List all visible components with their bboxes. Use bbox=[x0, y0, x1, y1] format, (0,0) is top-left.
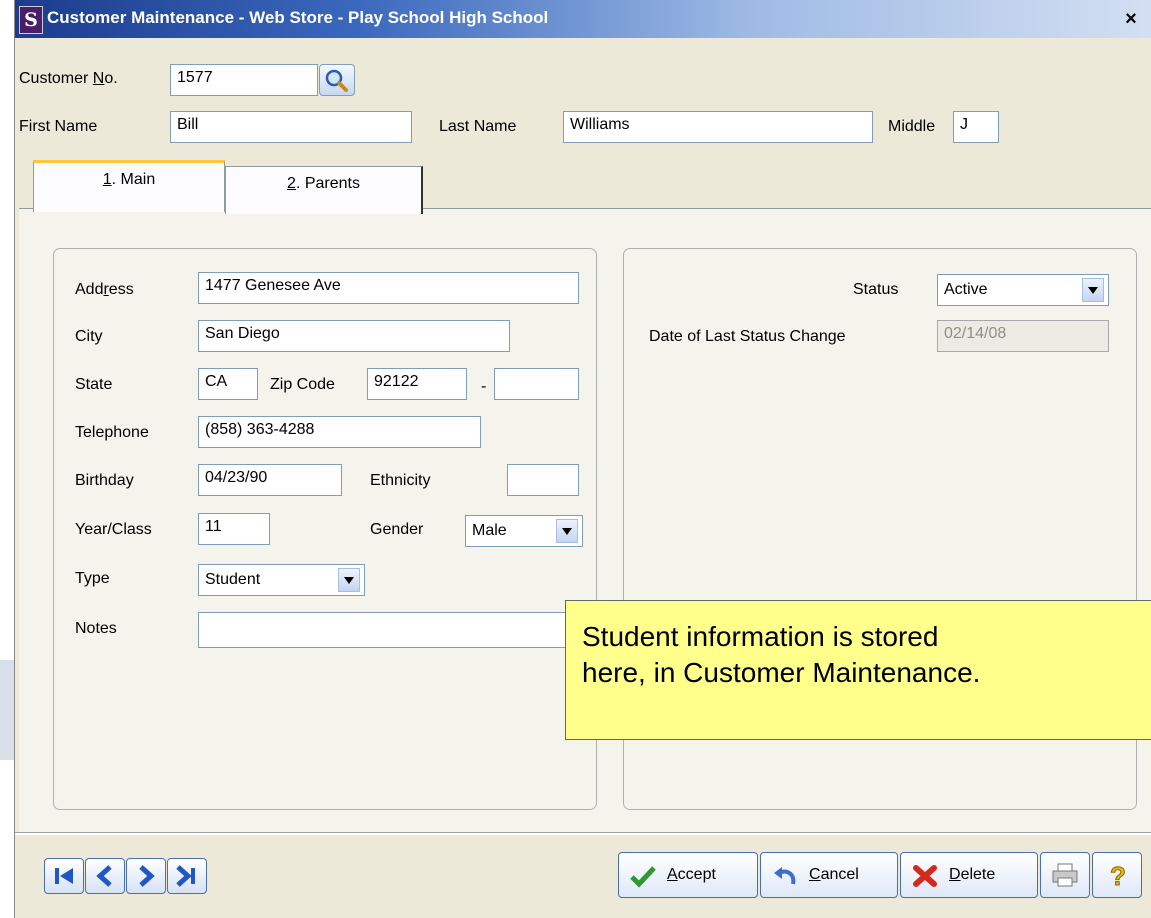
callout-line-2: here, in Customer Maintenance. bbox=[582, 657, 981, 688]
app-icon: S bbox=[19, 6, 43, 34]
customer-no-label-underline: N bbox=[92, 70, 105, 87]
title-bar[interactable]: S Customer Maintenance - Web Store - Pla… bbox=[15, 0, 1151, 38]
telephone-label: Telephone bbox=[75, 424, 149, 441]
magnifier-icon bbox=[325, 69, 348, 92]
callout-line-1: Student information is stored bbox=[582, 621, 939, 652]
delete-label-underline: D bbox=[949, 866, 961, 883]
undo-icon bbox=[774, 867, 796, 885]
first-name-field[interactable]: Bill bbox=[170, 111, 412, 143]
first-record-button[interactable] bbox=[44, 858, 84, 894]
accept-button[interactable]: Accept bbox=[618, 852, 758, 898]
city-label: City bbox=[75, 328, 103, 345]
annotation-callout: Student information is stored here, in C… bbox=[565, 600, 1151, 740]
window-title: Customer Maintenance - Web Store - Play … bbox=[47, 8, 549, 27]
checkmark-icon bbox=[630, 866, 656, 888]
middle-field[interactable]: J bbox=[953, 111, 999, 143]
next-record-icon bbox=[139, 865, 155, 887]
last-name-label: Last Name bbox=[439, 118, 517, 135]
last-name-field[interactable]: Williams bbox=[563, 111, 873, 143]
cancel-button[interactable]: Cancel bbox=[760, 852, 898, 898]
zip-code-label: Zip Code bbox=[270, 376, 335, 393]
bottom-separator bbox=[15, 832, 1151, 835]
zip-extension-field[interactable] bbox=[494, 368, 579, 400]
birthday-field[interactable]: 04/23/90 bbox=[198, 464, 342, 496]
notes-label: Notes bbox=[75, 620, 117, 637]
help-question-icon: ? bbox=[1110, 861, 1127, 891]
state-field[interactable]: CA bbox=[198, 368, 258, 400]
cancel-label: Cancel bbox=[809, 853, 859, 897]
middle-label: Middle bbox=[888, 118, 936, 135]
zip-code-field[interactable]: 92122 bbox=[367, 368, 467, 400]
customer-no-label: Customer No. bbox=[19, 70, 118, 88]
tab-parents-number: 2 bbox=[287, 175, 296, 192]
gender-select[interactable]: Male bbox=[465, 515, 583, 547]
state-label: State bbox=[75, 376, 113, 393]
previous-record-button[interactable] bbox=[85, 858, 125, 894]
telephone-field[interactable]: (858) 363-4288 bbox=[198, 416, 481, 448]
print-button[interactable] bbox=[1040, 852, 1090, 898]
delete-button[interactable]: Delete bbox=[900, 852, 1038, 898]
date-last-status-change-label: Date of Last Status Change bbox=[649, 328, 846, 345]
status-dropdown-icon[interactable] bbox=[1082, 278, 1104, 302]
type-dropdown-icon[interactable] bbox=[338, 568, 360, 592]
year-class-label: Year/Class bbox=[75, 521, 152, 538]
cancel-label-underline: C bbox=[809, 866, 821, 883]
previous-record-icon bbox=[96, 865, 112, 887]
year-class-field[interactable]: 11 bbox=[198, 513, 270, 545]
tab-main[interactable]: 1. Main bbox=[33, 160, 225, 212]
date-last-status-change-field: 02/14/08 bbox=[937, 320, 1109, 352]
printer-icon bbox=[1052, 863, 1078, 887]
first-name-label: First Name bbox=[19, 118, 98, 135]
tab-parents[interactable]: 2. Parents bbox=[225, 166, 423, 214]
ethnicity-field[interactable] bbox=[507, 464, 579, 496]
customer-maintenance-window: S Customer Maintenance - Web Store - Pla… bbox=[14, 0, 1151, 918]
tab-main-label: . Main bbox=[111, 171, 156, 188]
status-value: Active bbox=[944, 281, 988, 298]
cancel-label-rest: ancel bbox=[820, 866, 859, 883]
accept-label: Accept bbox=[667, 853, 716, 897]
next-record-button[interactable] bbox=[126, 858, 166, 894]
delete-label-rest: elete bbox=[960, 866, 996, 883]
gender-value: Male bbox=[472, 522, 507, 539]
type-value: Student bbox=[205, 571, 261, 588]
address-label-pre: Add bbox=[75, 281, 104, 298]
address-label: Address bbox=[75, 281, 134, 299]
tab-parents-caption: 2. Parents bbox=[226, 167, 421, 193]
last-record-icon bbox=[176, 865, 195, 887]
background-shade bbox=[0, 660, 14, 760]
delete-label: Delete bbox=[949, 853, 995, 897]
address-field[interactable]: 1477 Genesee Ave bbox=[198, 272, 579, 304]
gender-label: Gender bbox=[370, 521, 424, 538]
notes-field[interactable] bbox=[198, 612, 579, 648]
customer-lookup-button[interactable] bbox=[319, 64, 355, 96]
customer-no-field[interactable]: 1577 bbox=[170, 64, 318, 96]
first-record-icon bbox=[55, 868, 73, 884]
accept-label-rest: ccept bbox=[677, 866, 716, 883]
accept-label-underline: A bbox=[667, 866, 678, 883]
gender-dropdown-icon[interactable] bbox=[556, 519, 578, 543]
birthday-label: Birthday bbox=[75, 472, 134, 489]
background-strip bbox=[0, 0, 14, 918]
status-label: Status bbox=[853, 281, 899, 298]
address-label-post: ess bbox=[108, 281, 134, 298]
tab-parents-label: . Parents bbox=[295, 175, 360, 192]
tab-main-number: 1 bbox=[102, 171, 112, 188]
help-button[interactable]: ? bbox=[1092, 852, 1142, 898]
city-field[interactable]: San Diego bbox=[198, 320, 510, 352]
last-record-button[interactable] bbox=[167, 858, 207, 894]
tab-main-caption: 1. Main bbox=[34, 163, 224, 189]
customer-no-label-pre: Customer bbox=[19, 70, 93, 87]
close-icon[interactable]: × bbox=[1121, 9, 1141, 29]
svg-text:?: ? bbox=[1110, 861, 1126, 890]
type-select[interactable]: Student bbox=[198, 564, 365, 596]
customer-no-label-post: o. bbox=[104, 70, 118, 87]
status-select[interactable]: Active bbox=[937, 274, 1109, 306]
type-label: Type bbox=[75, 570, 110, 587]
zip-separator: - bbox=[481, 378, 487, 395]
ethnicity-label: Ethnicity bbox=[370, 472, 431, 489]
delete-x-icon bbox=[913, 865, 937, 887]
